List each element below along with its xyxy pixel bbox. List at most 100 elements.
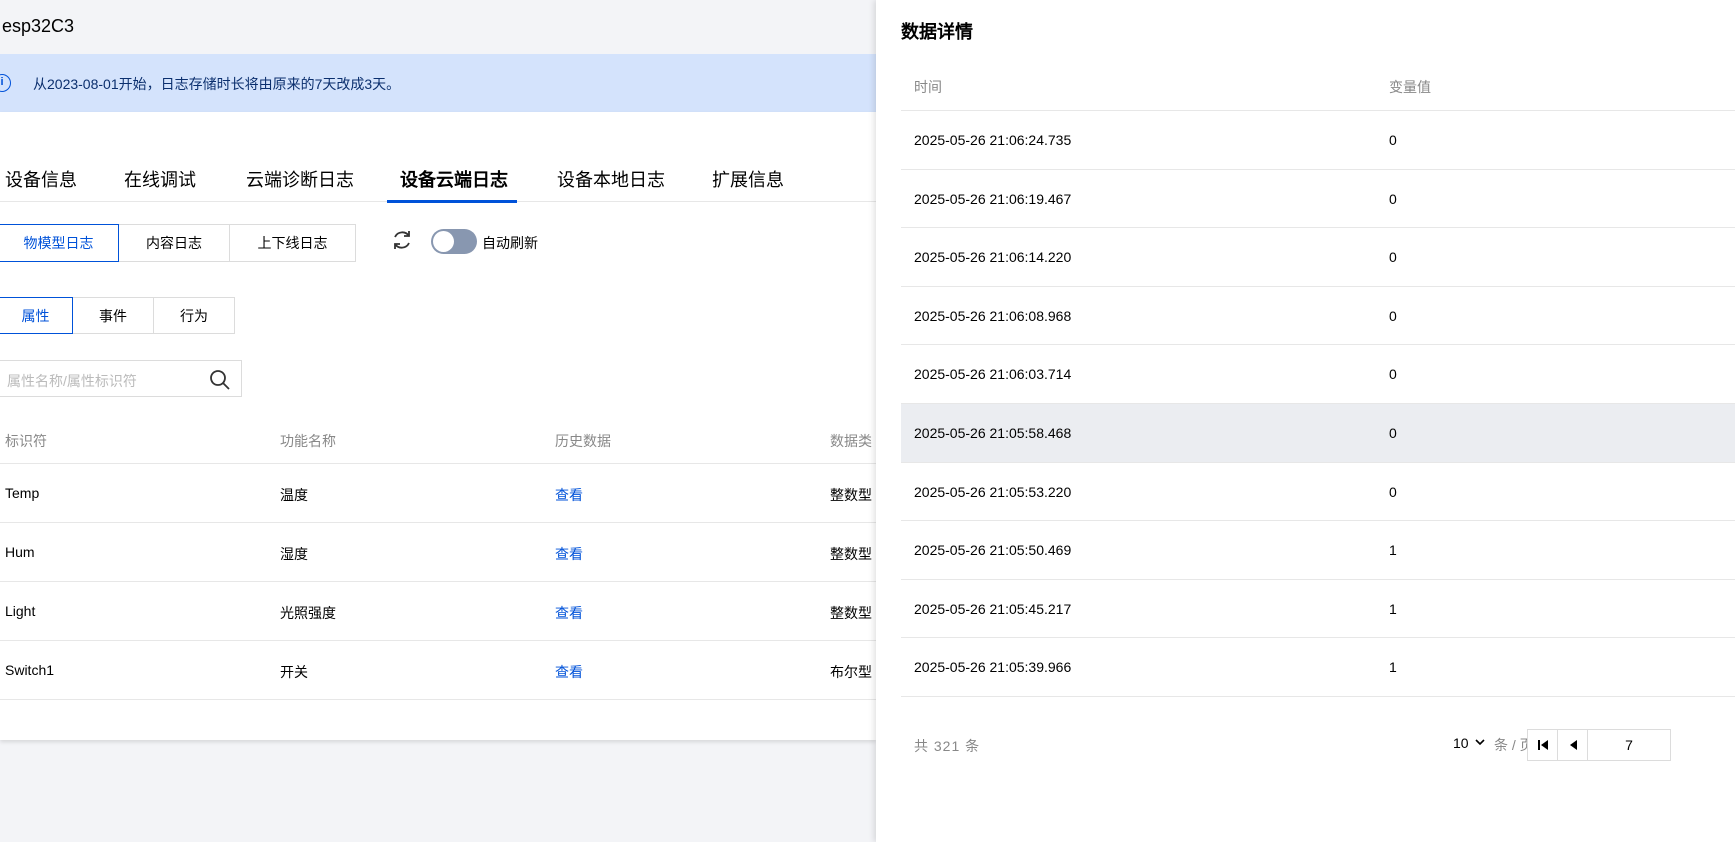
col-time: 时间 xyxy=(914,79,942,95)
notice-message: 从2023-08-01开始，日志存储时长将由原来的7天改成3天。 xyxy=(33,76,401,92)
table-row-hovered: 2025-05-26 21:05:58.468 0 xyxy=(901,403,1735,463)
table-row: 2025-05-26 21:05:45.217 1 xyxy=(901,580,1735,639)
table-row: 2025-05-26 21:06:19.467 0 xyxy=(901,170,1735,229)
table-row: Temp 温度 查看 整数型 xyxy=(0,464,876,523)
data-detail-table: 时间 变量值 2025-05-26 21:06:24.735 0 2025-05… xyxy=(901,52,1735,697)
toggle-knob xyxy=(433,231,454,252)
col-history: 历史数据 xyxy=(555,433,611,449)
log-type-model-button[interactable]: 物模型日志 xyxy=(0,224,119,262)
notice-banner: i 从2023-08-01开始，日志存储时长将由原来的7天改成3天。 xyxy=(0,54,876,112)
row-identifier: Switch1 xyxy=(5,662,55,678)
view-history-link[interactable]: 查看 xyxy=(555,544,583,564)
row-value: 0 xyxy=(1389,307,1397,324)
data-detail-drawer: 数据详情 时间 变量值 2025-05-26 21:06:24.735 0 20… xyxy=(876,0,1735,842)
row-value: 0 xyxy=(1389,249,1397,266)
row-data-type: 整数型 xyxy=(830,487,872,503)
col-function-name: 功能名称 xyxy=(280,433,336,449)
view-history-link[interactable]: 查看 xyxy=(555,662,583,682)
row-time: 2025-05-26 21:06:08.968 xyxy=(914,307,1072,324)
table-row: Light 光照强度 查看 整数型 xyxy=(0,582,876,641)
sub-tab-action[interactable]: 行为 xyxy=(153,297,235,334)
prev-page-icon xyxy=(1570,740,1577,750)
tab-online-debug[interactable]: 在线调试 xyxy=(124,168,196,202)
row-time: 2025-05-26 21:06:24.735 xyxy=(914,132,1072,148)
property-type-switch: 属性 事件 行为 xyxy=(0,297,235,334)
row-data-type: 整数型 xyxy=(830,546,872,562)
col-value: 变量值 xyxy=(1389,79,1431,95)
table-row: Hum 湿度 查看 整数型 xyxy=(0,523,876,582)
row-data-type: 布尔型 xyxy=(830,664,872,680)
log-type-switch: 物模型日志 内容日志 上下线日志 xyxy=(0,224,356,262)
row-identifier: Hum xyxy=(5,544,35,560)
row-time: 2025-05-26 21:06:14.220 xyxy=(914,249,1072,266)
search-icon[interactable] xyxy=(209,369,231,391)
row-function-name: 湿度 xyxy=(280,546,308,562)
device-tabs: 设备信息 在线调试 云端诊断日志 设备云端日志 设备本地日志 扩展信息 xyxy=(0,168,876,203)
row-value: 1 xyxy=(1389,542,1397,559)
log-type-online-offline-button[interactable]: 上下线日志 xyxy=(229,224,356,262)
row-identifier: Temp xyxy=(5,485,40,501)
row-value: 0 xyxy=(1389,366,1397,383)
log-type-content-button[interactable]: 内容日志 xyxy=(118,224,230,262)
col-identifier: 标识符 xyxy=(5,433,47,449)
device-title: esp32C3 xyxy=(2,16,75,36)
log-card: 设备信息 在线调试 云端诊断日志 设备云端日志 设备本地日志 扩展信息 物模型日… xyxy=(0,112,876,740)
auto-refresh-toggle[interactable] xyxy=(431,229,477,254)
view-history-link[interactable]: 查看 xyxy=(555,603,583,623)
table-header: 时间 变量值 xyxy=(901,52,1735,111)
refresh-icon[interactable] xyxy=(390,228,414,252)
row-value: 0 xyxy=(1389,424,1397,441)
first-page-button[interactable] xyxy=(1527,729,1558,761)
row-function-name: 温度 xyxy=(280,487,308,503)
pagination: 共 321 条 10 条 / 页 7 / 3 xyxy=(901,722,1735,768)
row-function-name: 开关 xyxy=(280,664,308,680)
row-value: 0 xyxy=(1389,132,1397,148)
main-page: esp32C3 i 从2023-08-01开始，日志存储时长将由原来的7天改成3… xyxy=(0,0,876,842)
table-header: 标识符 功能名称 历史数据 数据类 xyxy=(0,410,876,464)
table-row: 2025-05-26 21:05:39.966 1 xyxy=(901,638,1735,697)
row-value: 0 xyxy=(1389,483,1397,500)
search-input[interactable]: 属性名称/属性标识符 xyxy=(0,360,242,397)
table-row: 2025-05-26 21:06:03.714 0 xyxy=(901,345,1735,404)
row-function-name: 光照强度 xyxy=(280,605,336,621)
row-value: 1 xyxy=(1389,600,1397,617)
chevron-down-icon[interactable] xyxy=(1474,736,1486,748)
page-size-select[interactable]: 10 xyxy=(1453,735,1469,751)
sub-tab-property[interactable]: 属性 xyxy=(0,297,73,334)
row-time: 2025-05-26 21:05:39.966 xyxy=(914,659,1072,676)
property-table: 标识符 功能名称 历史数据 数据类 Temp 温度 查看 整数型 Hum 湿度 … xyxy=(0,410,876,700)
row-time: 2025-05-26 21:06:19.467 xyxy=(914,190,1072,207)
search-placeholder: 属性名称/属性标识符 xyxy=(7,373,137,389)
tab-extension-info[interactable]: 扩展信息 xyxy=(712,168,784,202)
table-row: 2025-05-26 21:05:53.220 0 xyxy=(901,463,1735,522)
tab-cloud-diagnosis-log[interactable]: 云端诊断日志 xyxy=(246,168,354,202)
drawer-title: 数据详情 xyxy=(901,22,973,42)
sub-tab-event[interactable]: 事件 xyxy=(72,297,154,334)
col-data-type: 数据类 xyxy=(830,433,872,449)
row-value: 1 xyxy=(1389,659,1397,676)
row-value: 0 xyxy=(1389,190,1397,207)
row-time: 2025-05-26 21:05:58.468 xyxy=(914,424,1072,441)
tab-device-cloud-log[interactable]: 设备云端日志 xyxy=(400,168,508,202)
view-history-link[interactable]: 查看 xyxy=(555,485,583,505)
active-tab-indicator xyxy=(387,200,517,203)
title-bar: esp32C3 xyxy=(0,0,876,54)
info-icon: i xyxy=(0,74,11,92)
row-time: 2025-05-26 21:05:45.217 xyxy=(914,600,1072,617)
table-row: 2025-05-26 21:06:08.968 0 xyxy=(901,287,1735,346)
auto-refresh-label: 自动刷新 xyxy=(482,235,538,251)
row-time: 2025-05-26 21:06:03.714 xyxy=(914,366,1072,383)
row-time: 2025-05-26 21:05:50.469 xyxy=(914,542,1072,559)
row-identifier: Light xyxy=(5,603,36,619)
table-row: 2025-05-26 21:06:14.220 0 xyxy=(901,228,1735,287)
page-number-input[interactable]: 7 xyxy=(1587,729,1671,761)
table-row: 2025-05-26 21:06:24.735 0 xyxy=(901,111,1735,170)
first-page-icon xyxy=(1538,740,1548,750)
tab-device-info[interactable]: 设备信息 xyxy=(5,168,77,202)
row-time: 2025-05-26 21:05:53.220 xyxy=(914,483,1072,500)
total-count: 共 321 条 xyxy=(914,738,981,754)
tab-device-local-log[interactable]: 设备本地日志 xyxy=(557,168,665,202)
prev-page-button[interactable] xyxy=(1557,729,1588,761)
table-row: 2025-05-26 21:05:50.469 1 xyxy=(901,521,1735,580)
row-data-type: 整数型 xyxy=(830,605,872,621)
